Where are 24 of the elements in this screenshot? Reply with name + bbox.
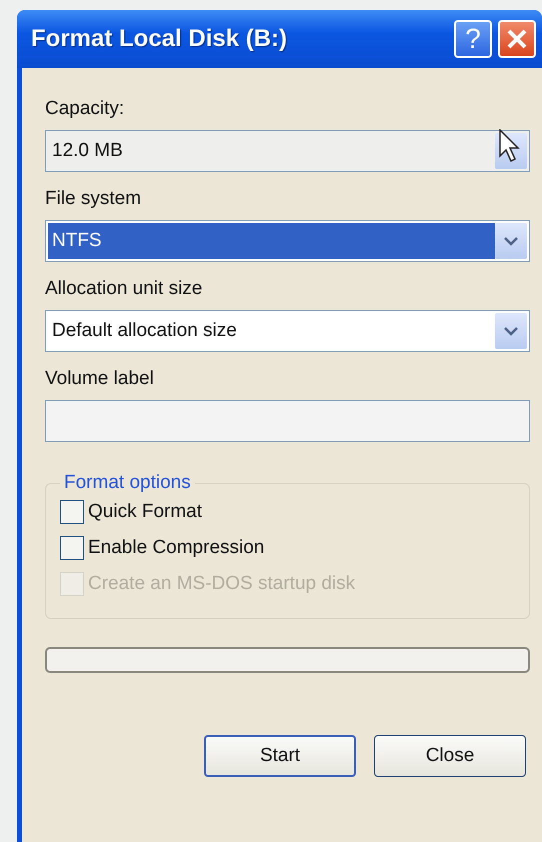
dialog-button[interactable]: Start: [204, 735, 356, 777]
dropdown-value: 12.0 MB: [51, 139, 124, 163]
chevron-icon: [504, 236, 518, 246]
field-label: Capacity:: [45, 98, 126, 120]
close-icon: [506, 28, 528, 50]
checkbox-label: Quick Format: [88, 501, 202, 523]
cursor-icon: [499, 129, 521, 163]
checkbox[interactable]: [60, 536, 84, 560]
close-button[interactable]: [498, 20, 536, 58]
window-title: Format Local Disk (B:): [31, 25, 288, 53]
field-label: Allocation unit size: [45, 278, 204, 300]
dropdown-value: Default allocation size: [51, 319, 238, 343]
checkbox-label: Enable Compression: [88, 537, 264, 559]
field-label: Volume label: [45, 368, 155, 390]
dropdown-value: NTFS: [48, 223, 495, 259]
dialog-button[interactable]: Close: [374, 735, 526, 777]
group-title: Format options: [63, 472, 192, 494]
checkbox-label: Create an MS-DOS startup disk: [88, 573, 356, 595]
field-label: File system: [45, 188, 142, 210]
volume-label-field[interactable]: [45, 400, 530, 442]
checkbox[interactable]: [60, 500, 84, 524]
chevron-icon: [504, 326, 518, 336]
dropdown[interactable]: NTFS: [45, 220, 530, 262]
dropdown[interactable]: Default allocation size: [45, 310, 530, 352]
